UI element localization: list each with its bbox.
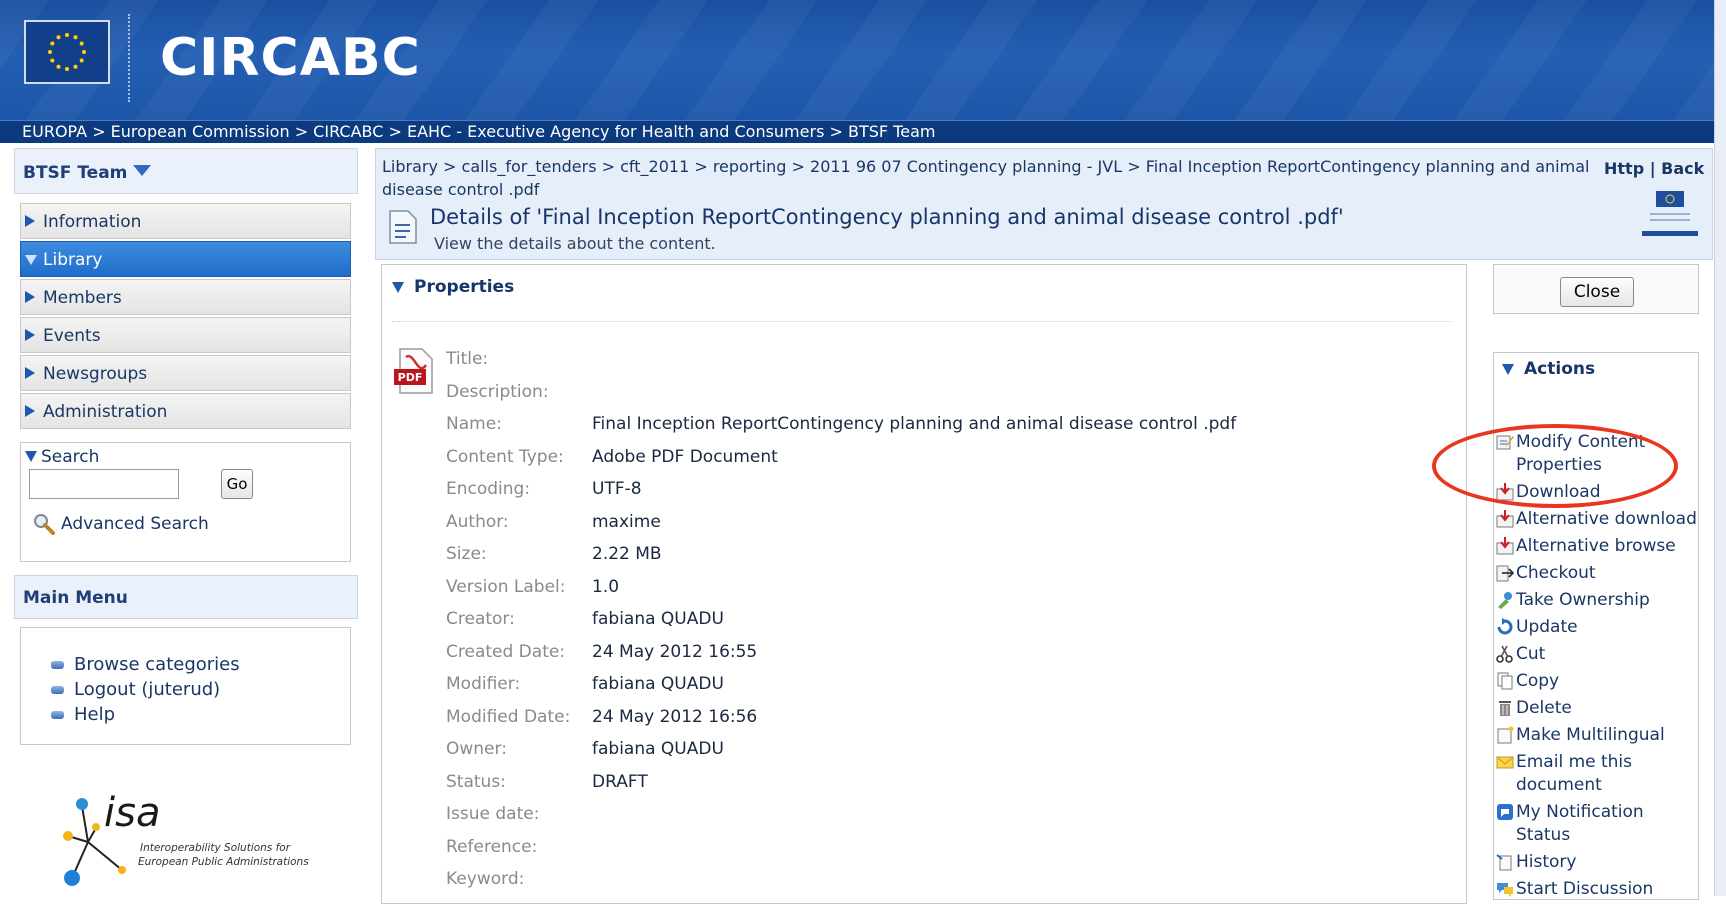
collapse-arrow-icon [25,255,37,265]
notification-icon [1497,804,1513,820]
app-title: CIRCABC [160,28,421,88]
header-divider [128,14,130,102]
sidebar-item-administration[interactable]: Administration [20,393,351,429]
copy-icon [1497,672,1513,690]
page-title: Details of 'Final Inception ReportContin… [430,205,1344,229]
bullet-icon [51,711,64,719]
group-title[interactable]: BTSF Team [14,148,358,194]
isa-wordmark: isa [104,790,161,836]
pdf-icon-label: PDF [398,371,423,384]
action-checkout[interactable]: Checkout [1496,562,1700,585]
sidebar-item-label: Library [43,250,103,270]
action-cut[interactable]: Cut [1496,643,1700,666]
main-menu-title-label: Main Menu [23,588,128,608]
download-icon [1496,510,1514,528]
advanced-search-link[interactable]: Advanced Search [33,513,209,535]
advanced-search-label: Advanced Search [61,514,209,534]
search-input[interactable] [29,469,179,499]
expand-arrow-icon [25,405,35,417]
highlight-annotation [1432,424,1678,508]
btsf-logo [1638,183,1708,243]
action-make-multilingual[interactable]: Make Multilingual [1496,724,1700,747]
isa-network-icon [63,798,126,886]
action-alternative-browse[interactable]: Alternative browse [1496,535,1700,558]
sidebar-item-information[interactable]: Information [20,203,351,239]
ownership-icon [1498,592,1512,609]
scissors-icon [1496,645,1513,663]
library-breadcrumb[interactable]: Library > calls_for_tenders > cft_2011 >… [382,155,1612,201]
close-button[interactable]: Close [1560,277,1634,307]
checkout-icon [1496,565,1514,582]
window-scrollbar[interactable] [1714,0,1726,896]
page-subtitle: View the details about the content. [434,234,716,253]
bullet-icon [51,661,64,669]
main-menu-title: Main Menu [14,575,358,619]
email-icon [1496,756,1514,769]
history-icon [1496,854,1512,871]
action-copy[interactable]: Copy [1496,670,1700,693]
pdf-file-icon: PDF [392,347,436,395]
action-start-discussion[interactable]: Start Discussion [1496,878,1700,901]
search-panel: Search Go Advanced Search [20,442,351,562]
http-back-links[interactable]: Http | Back [1604,159,1704,178]
action-my-notification-status[interactable]: My Notification Status [1496,801,1700,847]
collapse-arrow-icon [1502,363,1514,375]
actions-toggle[interactable]: Actions [1502,359,1595,379]
download-icon [1496,537,1514,555]
trash-icon [1499,701,1511,716]
action-history[interactable]: History [1496,851,1700,874]
chevron-down-icon[interactable] [133,165,151,176]
update-icon [1497,618,1513,635]
properties-toggle[interactable]: Properties [392,277,514,297]
sidebar-nav: Information Library Members Events Newsg… [20,203,351,431]
site-breadcrumb[interactable]: EUROPA > European Commission > CIRCABC >… [0,120,1726,143]
action-delete[interactable]: Delete [1496,697,1700,720]
action-alternative-download[interactable]: Alternative download [1496,508,1700,531]
isa-logo[interactable]: isa Interoperability Solutions for Europ… [60,790,320,890]
sidebar-item-library[interactable]: Library [20,241,351,277]
eu-stars-icon [48,33,86,71]
sidebar-item-members[interactable]: Members [20,279,351,315]
sidebar-item-events[interactable]: Events [20,317,351,353]
sidebar-item-label: Events [43,326,101,346]
multilingual-icon [1497,726,1514,744]
sidebar-item-newsgroups[interactable]: Newsgroups [20,355,351,391]
eu-flag-logo[interactable] [24,20,110,84]
magnifier-icon [33,513,55,535]
sidebar-item-label: Information [43,212,142,232]
divider [392,321,1452,322]
main-menu-item-logout[interactable]: Logout (juterud) [51,677,240,702]
breadcrumb-text[interactable]: EUROPA > European Commission > CIRCABC >… [22,121,935,143]
expand-arrow-icon [25,367,35,379]
sidebar-item-label: Administration [43,402,168,422]
action-update[interactable]: Update [1496,616,1700,639]
close-panel: Close [1493,264,1699,314]
expand-arrow-icon [25,329,35,341]
group-title-label: BTSF Team [23,163,128,183]
expand-arrow-icon [25,215,35,227]
collapse-arrow-icon [392,281,404,293]
action-take-ownership[interactable]: Take Ownership [1496,589,1700,612]
discussion-icon [1497,883,1513,897]
content-header: Library > calls_for_tenders > cft_2011 >… [375,148,1713,260]
main-menu-item-browse-categories[interactable]: Browse categories [51,652,240,677]
properties-panel: Properties PDF Title: Description: Name:… [381,264,1467,904]
sidebar-item-label: Members [43,288,122,308]
main-menu-item-help[interactable]: Help [51,702,240,727]
action-email-me-this-document[interactable]: Email me this document [1496,751,1700,797]
search-go-button[interactable]: Go [221,469,253,499]
isa-tagline-1: Interoperability Solutions for [140,842,291,854]
sidebar-item-label: Newsgroups [43,364,148,384]
main-menu: Browse categories Logout (juterud) Help [20,627,351,745]
document-details-icon [388,209,418,245]
search-panel-title: Search [41,447,100,467]
site-header: CIRCABC [0,0,1726,120]
bullet-icon [51,686,64,694]
expand-arrow-icon [25,291,35,303]
isa-tagline-2: European Public Administrations [138,856,309,868]
